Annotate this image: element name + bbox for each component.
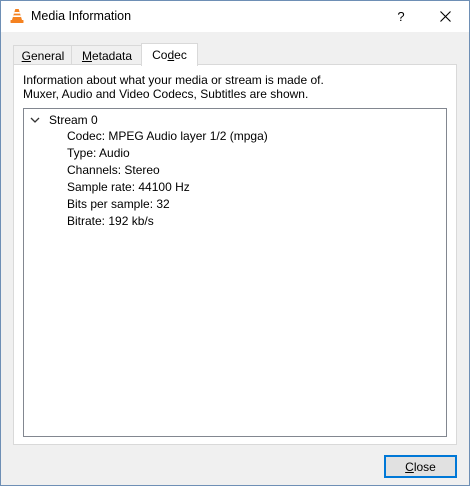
codec-tree-view[interactable]: Stream 0 Codec: MPEG Audio layer 1/2 (mp…: [23, 108, 447, 437]
tree-node-stream[interactable]: Stream 0: [29, 112, 98, 128]
stream-label: Stream 0: [49, 113, 98, 127]
tab-codec-prefix: Co: [152, 48, 168, 62]
codec-description: Information about what your media or str…: [23, 73, 324, 101]
description-line-1: Information about what your media or str…: [23, 73, 324, 87]
tab-general[interactable]: General: [13, 45, 73, 65]
title-bar[interactable]: Media Information ?: [1, 1, 469, 32]
vlc-cone-icon: [10, 9, 24, 23]
close-button[interactable]: Close: [384, 455, 457, 478]
tab-metadata-mnemonic: M: [81, 48, 92, 63]
tree-item-type[interactable]: Type: Audio: [67, 145, 130, 161]
close-button-label: lose: [413, 459, 436, 474]
window-close-button[interactable]: [423, 1, 467, 32]
tab-general-label: eneral: [30, 48, 65, 63]
tree-item-sample-rate[interactable]: Sample rate: 44100 Hz: [67, 179, 190, 195]
tree-item-bits-per-sample[interactable]: Bits per sample: 32: [67, 196, 170, 212]
close-button-mnemonic: C: [405, 459, 414, 474]
media-information-dialog: Media Information ? General Metadata Cod…: [0, 0, 470, 486]
description-line-2: Muxer, Audio and Video Codecs, Subtitles…: [23, 87, 309, 101]
tab-codec[interactable]: Codec: [141, 43, 198, 66]
tree-item-channels[interactable]: Channels: Stereo: [67, 162, 160, 178]
tab-general-mnemonic: G: [21, 48, 31, 63]
tab-metadata[interactable]: Metadata: [71, 45, 143, 65]
tab-metadata-label: etadata: [91, 48, 133, 63]
close-icon: [439, 11, 451, 22]
tree-item-codec[interactable]: Codec: MPEG Audio layer 1/2 (mpga): [67, 128, 268, 144]
window-title: Media Information: [31, 9, 132, 23]
help-button[interactable]: ?: [379, 1, 423, 32]
codec-panel: Information about what your media or str…: [13, 64, 457, 445]
chevron-down-icon[interactable]: [29, 114, 41, 126]
tab-codec-label: ec: [174, 48, 187, 62]
tree-item-bitrate[interactable]: Bitrate: 192 kb/s: [67, 213, 154, 229]
